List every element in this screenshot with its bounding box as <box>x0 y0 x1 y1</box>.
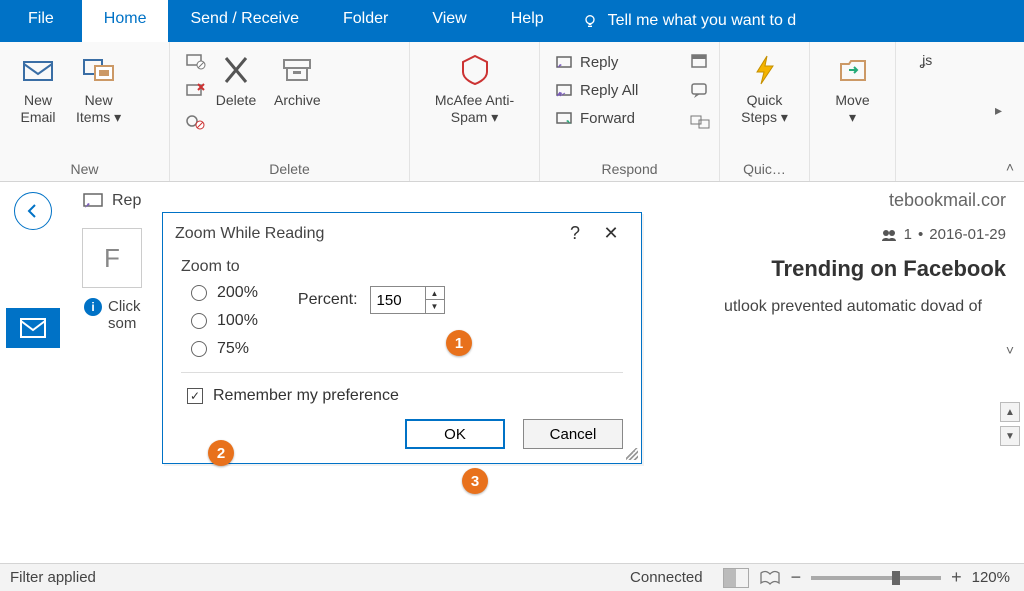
zoom-75-radio[interactable]: 75% <box>191 340 258 358</box>
info-icon: i <box>84 298 102 316</box>
from-tail: tebookmail.cor <box>889 190 1006 211</box>
nav-strip <box>0 182 66 563</box>
back-button[interactable] <box>14 192 52 230</box>
scroll-buttons: ▲ ▼ <box>1000 402 1020 446</box>
new-items-button[interactable]: New Items ▾ <box>68 48 129 130</box>
reply-icon <box>554 52 574 72</box>
resize-grip[interactable] <box>626 448 638 460</box>
ribbon-overflow-icon[interactable]: ▸ <box>995 102 1002 119</box>
group-label-new: New <box>0 159 169 181</box>
group-label-delete: Delete <box>170 159 409 181</box>
tell-me-search[interactable]: Tell me what you want to d <box>566 0 813 42</box>
archive-icon <box>279 52 315 88</box>
mcafee-button[interactable]: McAfee Anti- Spam ▾ <box>427 48 522 130</box>
zoom-slider[interactable] <box>811 576 941 580</box>
lightbulb-icon <box>582 13 598 29</box>
new-email-icon <box>20 52 56 88</box>
forward-icon <box>554 108 574 128</box>
zoom-dialog: Zoom While Reading ? ✕ Zoom to 200% 100%… <box>162 212 642 464</box>
more-respond-icon[interactable] <box>689 110 711 132</box>
status-connected: Connected <box>630 569 723 586</box>
dialog-close-button[interactable]: ✕ <box>593 223 629 244</box>
zoom-100-radio[interactable]: 100% <box>191 312 258 330</box>
remember-label: Remember my preference <box>213 387 399 405</box>
reply-all-icon <box>554 80 574 100</box>
info-bar: i Click som <box>84 298 141 332</box>
inline-reply-snippet[interactable]: Rep <box>82 192 1024 210</box>
tab-home[interactable]: Home <box>82 0 169 42</box>
im-icon[interactable] <box>689 80 711 102</box>
new-items-icon <box>81 52 117 88</box>
reply-icon <box>82 192 104 210</box>
percent-label: Percent: <box>298 291 358 309</box>
zoom-200-radio[interactable]: 200% <box>191 284 258 302</box>
ignore-icon[interactable] <box>184 50 206 72</box>
scroll-up-button[interactable]: ▲ <box>1000 402 1020 422</box>
junk-icon[interactable] <box>184 110 206 132</box>
tab-view[interactable]: View <box>410 0 488 42</box>
tags-button[interactable]: ʝs <box>896 48 956 73</box>
lightning-icon <box>747 52 783 88</box>
ribbon-tabs: File Home Send / Receive Folder View Hel… <box>0 0 1024 42</box>
move-icon <box>835 52 871 88</box>
percent-input[interactable] <box>371 287 425 313</box>
zoom-to-label: Zoom to <box>181 258 623 276</box>
scroll-down-button[interactable]: ▼ <box>1000 426 1020 446</box>
cancel-button[interactable]: Cancel <box>523 419 623 449</box>
cleanup-icon[interactable] <box>184 80 206 102</box>
zoom-level[interactable]: 120% <box>972 569 1010 586</box>
nav-mail-button[interactable] <box>6 308 60 348</box>
status-filter: Filter applied <box>0 569 96 586</box>
new-email-button[interactable]: New Email <box>8 48 68 130</box>
tab-folder[interactable]: Folder <box>321 0 410 42</box>
ribbon: New Email New Items ▾ New Delete <box>0 42 1024 182</box>
view-reading-button[interactable] <box>759 569 781 587</box>
blocked-content-tail: utlook prevented automatic dovad of <box>724 298 982 316</box>
tell-me-placeholder: Tell me what you want to d <box>608 12 797 30</box>
status-bar: Filter applied Connected − + 120% <box>0 563 1024 591</box>
dialog-help-button[interactable]: ? <box>557 223 593 244</box>
tab-send-receive[interactable]: Send / Receive <box>168 0 321 42</box>
remember-checkbox[interactable]: ✓ <box>187 388 203 404</box>
spin-up-button[interactable]: ▲ <box>426 287 444 300</box>
group-label-respond: Respond <box>540 159 719 181</box>
percent-spinner[interactable]: ▲ ▼ <box>370 286 445 314</box>
people-icon <box>880 228 898 242</box>
forward-button[interactable]: Forward <box>552 106 677 130</box>
delete-mini-buttons <box>178 48 206 132</box>
reply-button[interactable]: Reply <box>552 50 677 74</box>
zoom-in-button[interactable]: + <box>951 567 962 588</box>
delete-icon <box>218 52 254 88</box>
respond-extras <box>683 48 711 132</box>
ok-button[interactable]: OK <box>405 419 505 449</box>
meeting-icon[interactable] <box>689 50 711 72</box>
reply-all-button[interactable]: Reply All <box>552 78 677 102</box>
subject-tail: Trending on Facebook <box>771 256 1006 282</box>
mcafee-icon <box>457 52 493 88</box>
callout-1: 1 <box>446 330 472 356</box>
sender-avatar: F <box>82 228 142 288</box>
move-button[interactable]: Move ▾ <box>823 48 883 130</box>
view-normal-button[interactable] <box>723 568 749 588</box>
callout-2: 2 <box>208 440 234 466</box>
callout-3: 3 <box>462 468 488 494</box>
zoom-out-button[interactable]: − <box>791 567 802 588</box>
group-label-quicksteps: Quic… <box>720 159 809 181</box>
expand-header-icon[interactable]: ˅ <box>1006 342 1014 358</box>
ribbon-collapse-icon[interactable]: ˄ <box>1006 159 1014 175</box>
spin-down-button[interactable]: ▼ <box>426 300 444 313</box>
dialog-title: Zoom While Reading <box>175 225 324 243</box>
delete-button[interactable]: Delete <box>206 48 266 113</box>
tab-help[interactable]: Help <box>489 0 566 42</box>
tab-file[interactable]: File <box>0 0 82 42</box>
quick-steps-button[interactable]: Quick Steps ▾ <box>733 48 796 130</box>
archive-button[interactable]: Archive <box>266 48 329 113</box>
recipient-date: 1 • 2016-01-29 <box>880 226 1006 243</box>
